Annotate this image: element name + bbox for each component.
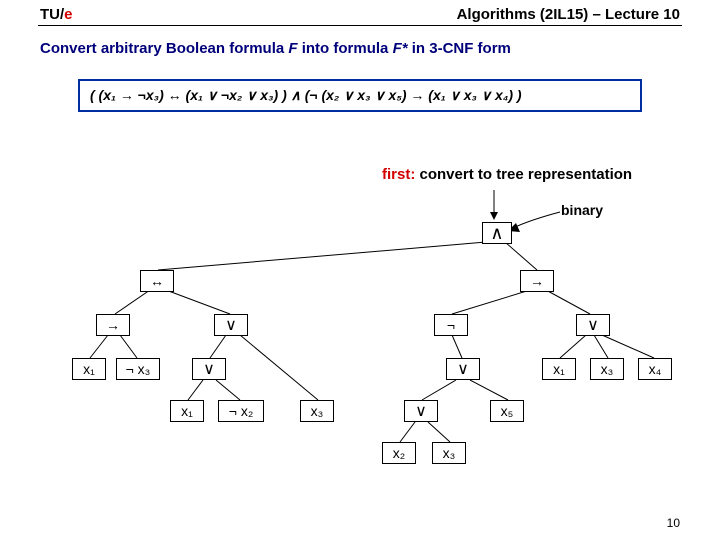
node-not-x3: ¬ x₃ [116,358,160,380]
node-imp-left: → [96,314,130,336]
node-or2: ∨ [446,358,480,380]
page-number: 10 [667,516,680,530]
node-neg: ¬ [434,314,468,336]
node-x1-l: x₁ [72,358,106,380]
node-x3d: x₃ [590,358,624,380]
node-x4: x₄ [638,358,672,380]
node-not-x2: ¬ x₂ [218,400,264,422]
node-x1b: x₁ [170,400,204,422]
node-x3b: x₃ [300,400,334,422]
subtitle-Fstar: F* [393,40,408,57]
logo-e: e [64,6,72,23]
subtitle-mid: into formula [298,40,393,57]
node-or2b: ∨ [404,400,438,422]
node-or1b: ∨ [192,358,226,380]
node-x1c: x₁ [542,358,576,380]
node-and-root: ∧ [482,222,512,244]
node-x5: x₅ [490,400,524,422]
node-x3c: x₃ [432,442,466,464]
first-rest: convert to tree representation [415,166,632,183]
node-or1: ∨ [214,314,248,336]
course-title: Algorithms (2IL15) – Lecture 10 [457,6,680,23]
formula-box: ( (x₁ → ¬x₃) ↔ (x₁ ∨ ¬x₂ ∨ x₃) ) ∧ (¬ (x… [78,79,642,112]
tree-edges [0,190,720,520]
node-x2: x₂ [382,442,416,464]
first-red: first: [382,166,415,183]
tree-diagram: ∧ ↔ → x₁ ¬ x₃ ∨ ∨ x₁ ¬ x₂ x₃ → ¬ ∨ ∨ x₂ … [0,190,720,520]
node-imp-right: → [520,270,554,292]
node-biimp: ↔ [140,270,174,292]
first-step-label: first: convert to tree representation [382,166,632,183]
logo-tu: TU [40,6,60,23]
node-or3: ∨ [576,314,610,336]
subtitle-F: F [288,40,297,57]
logo: TU/e [40,6,73,23]
slide-header: TU/e Algorithms (2IL15) – Lecture 10 [0,0,720,25]
subtitle-prefix: Convert arbitrary Boolean formula [40,40,288,57]
subtitle-suffix: in 3-CNF form [408,40,511,57]
slide-subtitle: Convert arbitrary Boolean formula F into… [0,26,720,57]
